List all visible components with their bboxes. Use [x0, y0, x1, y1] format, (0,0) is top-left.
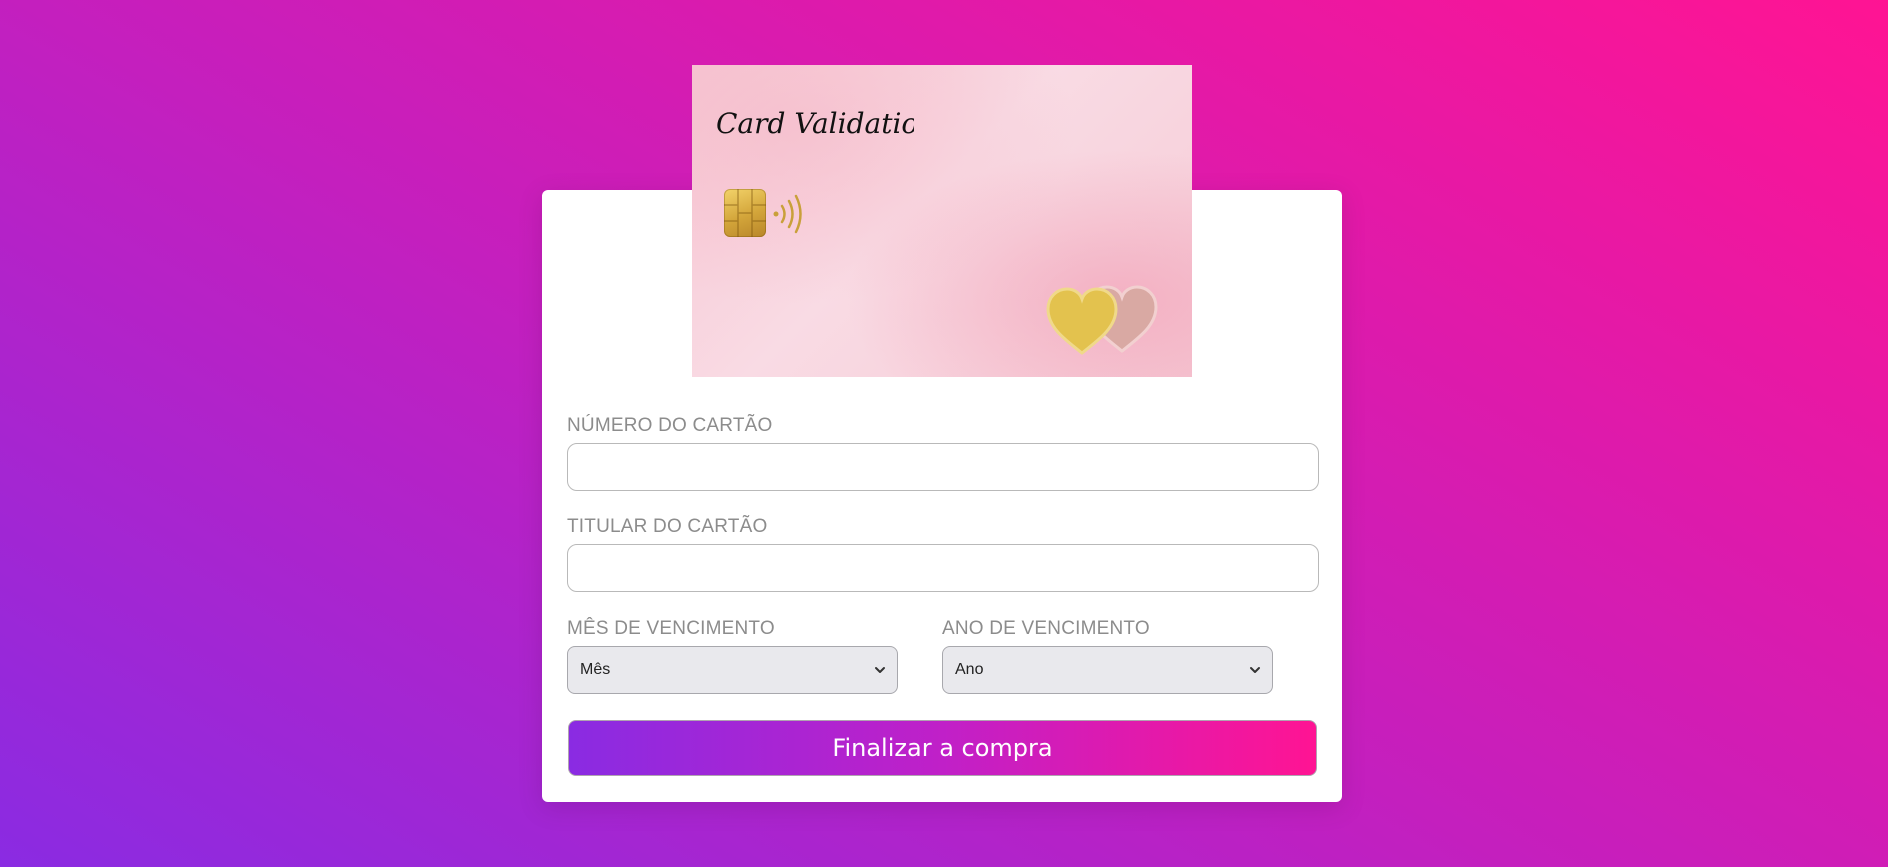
card-chip-icon — [724, 189, 766, 237]
exp-month-select[interactable]: Mês — [567, 646, 898, 694]
card-number-input[interactable] — [567, 443, 1319, 491]
card-holder-label: TITULAR DO CARTÃO — [567, 516, 768, 537]
finish-purchase-button[interactable]: Finalizar a compra — [568, 720, 1317, 776]
card-brand-text: Card Validation — [716, 107, 914, 140]
exp-year-select[interactable]: Ano — [942, 646, 1273, 694]
card-brand-title: Card Validation — [714, 85, 936, 155]
exp-month-label: MÊS DE VENCIMENTO — [567, 618, 775, 639]
credit-card-preview: Card Validation — [692, 65, 1192, 377]
card-number-label: NÚMERO DO CARTÃO — [567, 415, 773, 436]
chevron-down-icon — [1248, 663, 1262, 677]
contactless-icon — [772, 193, 806, 235]
chevron-down-icon — [873, 663, 887, 677]
hearts-icon — [1044, 279, 1164, 359]
card-holder-input[interactable] — [567, 544, 1319, 592]
exp-year-selected-value: Ano — [955, 661, 984, 678]
card-brand-signature: Card Validation — [716, 107, 936, 140]
exp-year-label: ANO DE VENCIMENTO — [942, 618, 1150, 639]
exp-month-selected-value: Mês — [580, 661, 611, 678]
